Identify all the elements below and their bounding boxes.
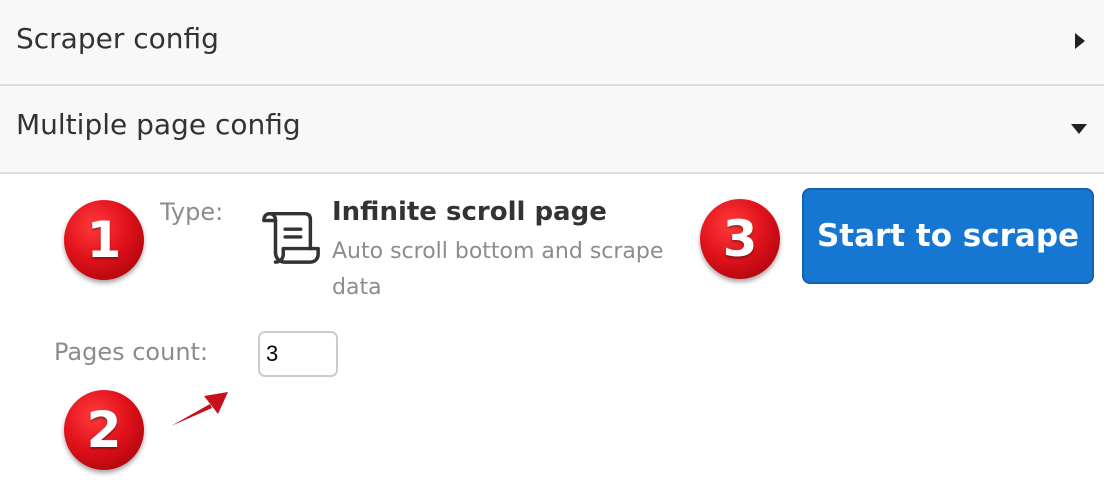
pointer-arrow-icon — [171, 392, 228, 426]
pages-count-label: Pages count: — [54, 338, 209, 366]
start-to-scrape-button[interactable]: Start to scrape — [802, 188, 1094, 284]
step-2-badge: 2 — [64, 390, 144, 470]
caret-right-icon — [1075, 33, 1085, 49]
scraper-config-header[interactable]: Scraper config — [0, 0, 1104, 86]
multiple-page-config-title: Multiple page config — [16, 108, 301, 141]
scraper-config-title: Scraper config — [16, 22, 219, 55]
type-label: Type: — [160, 198, 224, 226]
type-description: Auto scroll bottom and scrape data — [332, 239, 664, 300]
page: Scraper config Multiple page config Type… — [0, 0, 1104, 492]
pages-count-input[interactable] — [258, 331, 338, 377]
type-title: Infinite scroll page — [332, 197, 607, 227]
caret-down-icon — [1071, 124, 1087, 134]
scroll-icon — [262, 211, 320, 264]
multiple-page-config-header[interactable]: Multiple page config — [0, 86, 1104, 174]
step-1-badge: 1 — [64, 200, 144, 280]
step-3-badge: 3 — [700, 199, 780, 279]
